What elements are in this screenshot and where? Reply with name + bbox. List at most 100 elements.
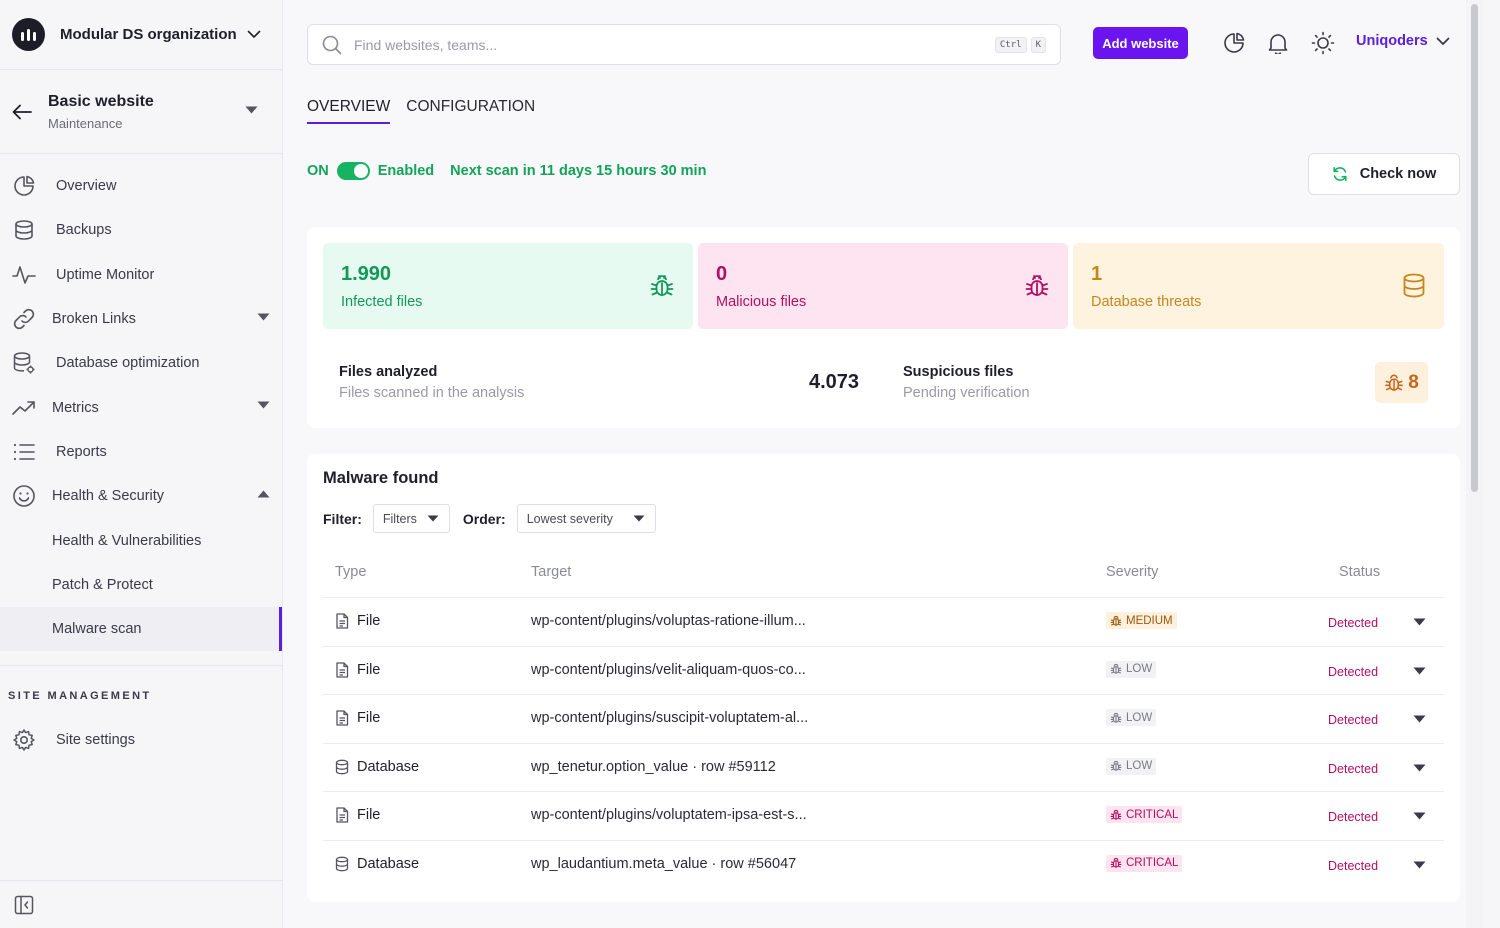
row-target: wp_tenetur.option_value · row #59112 [531, 758, 776, 775]
caret-down-icon[interactable] [1413, 715, 1426, 723]
sidebar-item-reports[interactable]: Reports [0, 430, 282, 474]
bell-icon[interactable] [1266, 31, 1290, 55]
caret-up-icon[interactable] [257, 490, 270, 498]
database-threats-tile[interactable]: 1 Database threats [1073, 243, 1444, 329]
sidebar-item-db-optimization[interactable]: Database optimization [0, 341, 282, 385]
column-header-type[interactable]: Type [335, 564, 366, 580]
sidebar-item-label: Broken Links [52, 311, 136, 328]
suspicious-files-badge[interactable]: 8 [1375, 362, 1428, 403]
table-row[interactable]: File wp-content/plugins/suscipit-voluptat… [323, 695, 1444, 744]
collapse-sidebar-button[interactable] [0, 880, 283, 928]
column-header-status[interactable]: Status [1339, 564, 1380, 580]
filter-row: Filter: Filters Order: Lowest severity [323, 504, 656, 533]
sidebar-item-health-security[interactable]: Health & Security [0, 474, 282, 518]
bug-icon [1110, 615, 1122, 626]
caret-down-icon[interactable] [1413, 861, 1426, 869]
shortcut-key: K [1030, 36, 1046, 53]
sidebar-item-label: Reports [56, 443, 107, 460]
scrollbar-thumb[interactable] [1471, 4, 1478, 492]
check-now-button[interactable]: Check now [1308, 153, 1460, 195]
order-select[interactable]: Lowest severity [516, 504, 656, 533]
file-icon [336, 807, 349, 823]
status-label: Detected [1328, 761, 1379, 776]
sidebar-item-site-settings[interactable]: Site settings [0, 718, 282, 762]
site-title: Basic website [48, 92, 154, 110]
severity-label: CRITICAL [1126, 808, 1179, 821]
malicious-files-tile[interactable]: 0 Malicious files [698, 243, 1068, 329]
add-website-button[interactable]: Add website [1093, 27, 1188, 59]
row-target: wp_laudantium.meta_value · row #56047 [531, 855, 797, 872]
site-switcher[interactable]: Basic website Maintenance [0, 70, 282, 154]
table-row[interactable]: File wp-content/plugins/voluptatem-ipsa-e… [323, 792, 1444, 841]
status-on-label: ON [307, 163, 329, 179]
table-row[interactable]: Database wp_tenetur.option_value · row #5… [323, 744, 1444, 792]
table-row[interactable]: File wp-content/plugins/voluptas-ratione-… [323, 598, 1444, 647]
bug-icon [1025, 275, 1049, 296]
trending-up-icon [12, 396, 36, 420]
sidebar-item-malware-scan[interactable]: Malware scan [0, 606, 282, 652]
scan-toggle[interactable] [336, 162, 370, 180]
table-row[interactable]: File wp-content/plugins/velit-aliquam-quo… [323, 647, 1444, 695]
database-icon [12, 218, 36, 242]
scan-status: ON Enabled Next scan in 11 days 15 hours… [307, 162, 706, 180]
bug-icon [1110, 663, 1122, 674]
database-icon [335, 759, 349, 774]
org-switcher[interactable]: Modular DS organization [0, 0, 282, 70]
infected-files-label: Infected files [341, 294, 423, 310]
list-icon [12, 440, 36, 464]
files-analyzed-subtitle: Files scanned in the analysis [339, 385, 525, 401]
caret-down-icon[interactable] [257, 401, 270, 409]
sidebar-item-overview[interactable]: Overview [0, 164, 282, 208]
sidebar-item-broken-links[interactable]: Broken Links [0, 297, 282, 341]
severity-label: LOW [1126, 760, 1153, 772]
scrollbar[interactable] [1466, 0, 1483, 928]
chevron-down-icon [247, 30, 260, 39]
sidebar-collapse-icon [14, 895, 34, 914]
back-arrow-icon[interactable] [12, 104, 34, 120]
caret-down-icon[interactable] [1413, 667, 1426, 675]
tab-overview[interactable]: OVERVIEW [307, 98, 391, 124]
suspicious-files: Suspicious files Pending verification [903, 364, 1030, 401]
caret-down-icon[interactable] [245, 106, 258, 114]
table-header: Type Target Severity Status [323, 552, 1444, 598]
caret-down-icon[interactable] [1413, 764, 1426, 772]
filter-label: Filter: [323, 510, 362, 527]
infected-files-tile[interactable]: 1.990 Infected files [323, 243, 693, 329]
filter-select[interactable]: Filters [372, 504, 450, 533]
severity-badge: LOW [1106, 660, 1157, 678]
sidebar-item-backups[interactable]: Backups [0, 208, 282, 252]
user-menu[interactable]: Uniqoders [1356, 33, 1450, 49]
sidebar-item-metrics[interactable]: Metrics [0, 385, 282, 429]
column-header-severity[interactable]: Severity [1106, 564, 1158, 580]
main-content: Ctrl K Add website Uniqoders OVERVIEW CO… [283, 0, 1483, 928]
column-header-target[interactable]: Target [531, 564, 571, 580]
tab-configuration[interactable]: CONFIGURATION [406, 98, 535, 124]
org-logo-icon [12, 18, 45, 51]
row-target: wp-content/plugins/velit-aliquam-quos-co… [531, 661, 806, 678]
chevron-down-icon [1436, 37, 1450, 45]
files-analyzed-title: Files analyzed [339, 364, 438, 380]
search-bar[interactable]: Ctrl K [307, 24, 1061, 65]
suspicious-files-count: 8 [1408, 371, 1419, 393]
stats-icon[interactable] [1222, 31, 1246, 55]
site-subtitle: Maintenance [48, 115, 123, 131]
search-input[interactable] [354, 36, 991, 53]
database-icon [335, 856, 349, 871]
caret-down-icon[interactable] [1413, 618, 1426, 626]
row-type: File [335, 807, 380, 823]
sidebar-item-health-vulnerabilities[interactable]: Health & Vulnerabilities [0, 518, 282, 562]
malware-found-title: Malware found [323, 469, 439, 487]
sidebar-item-uptime[interactable]: Uptime Monitor [0, 253, 282, 297]
malicious-files-label: Malicious files [716, 294, 807, 310]
caret-down-icon[interactable] [1413, 812, 1426, 820]
caret-down-icon[interactable] [257, 313, 270, 321]
files-analyzed: Files analyzed Files scanned in the anal… [339, 364, 524, 401]
sun-icon[interactable] [1311, 31, 1335, 55]
bug-icon [1110, 857, 1122, 868]
gear-icon [12, 728, 36, 752]
status-enabled-label: Enabled [377, 163, 435, 179]
sidebar-item-patch-protect[interactable]: Patch & Protect [0, 563, 282, 607]
sidebar-item-label: Health & Vulnerabilities [52, 532, 202, 549]
status-label: Detected [1328, 810, 1379, 824]
table-row[interactable]: Database wp_laudantium.meta_value · row #… [323, 841, 1444, 890]
